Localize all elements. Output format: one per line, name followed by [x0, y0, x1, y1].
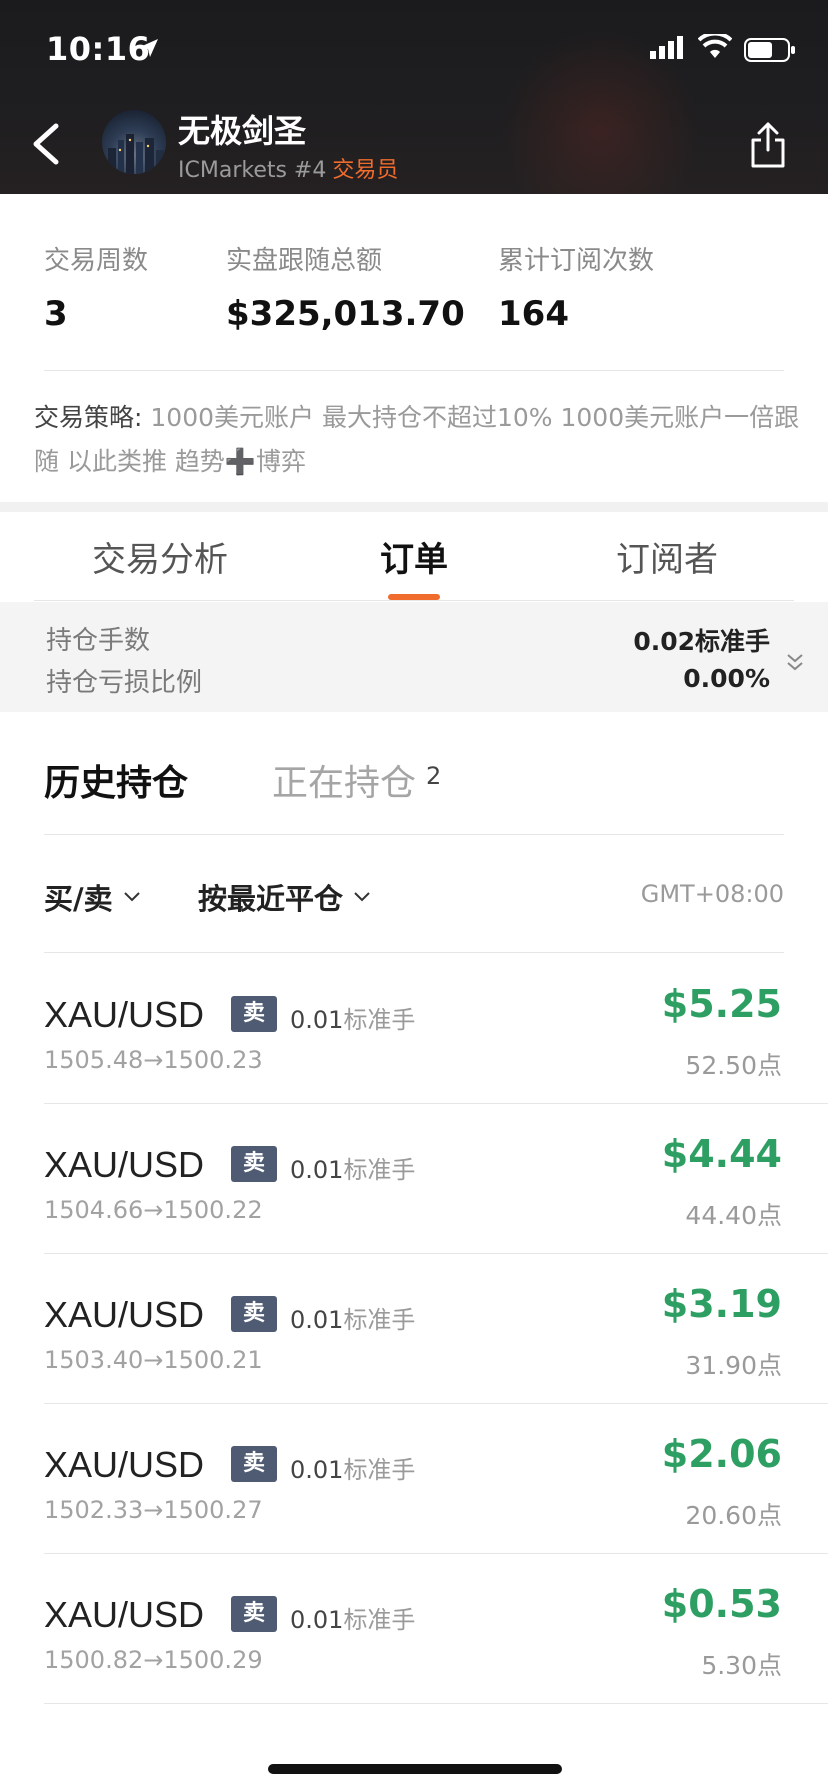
section-gap — [0, 502, 828, 512]
lots-label: 持仓手数 — [46, 626, 151, 656]
order-prices: 1502.33→1500.27 — [44, 1496, 263, 1524]
lot-size: 0.01 — [290, 1306, 344, 1334]
lot-size: 0.01 — [290, 1006, 344, 1034]
order-symbol: XAU/USD — [44, 1294, 205, 1335]
lot-size: 0.01 — [290, 1456, 344, 1484]
stat-follow-amount-label: 实盘跟随总额 — [226, 246, 383, 276]
trader-name: 无极剑圣 — [178, 112, 307, 150]
order-lot: 0.01标准手 — [290, 1000, 415, 1035]
strategy-title: 交易策略: — [34, 403, 143, 432]
order-filters: 买/卖 按最近平仓 GMT+08:00 — [0, 836, 828, 954]
order-profit: $5.25 — [661, 982, 782, 1026]
order-list: XAU/USD 卖 0.01标准手 1505.48→1500.23 $5.25 … — [0, 954, 828, 1704]
side-filter-label: 买/卖 — [44, 882, 113, 916]
stat-weeks-label: 交易周数 — [44, 246, 149, 276]
order-lot: 0.01标准手 — [290, 1600, 415, 1635]
position-subtabs: 历史持仓 正在持仓 2 — [0, 712, 828, 834]
subtabs-divider — [44, 834, 784, 835]
lot-unit: 标准手 — [343, 1156, 416, 1184]
expand-double-chevron-icon[interactable] — [784, 652, 806, 674]
order-lot: 0.01标准手 — [290, 1300, 415, 1335]
sell-badge: 卖 — [231, 996, 277, 1032]
lot-unit: 标准手 — [343, 1006, 416, 1034]
location-arrow-icon — [140, 39, 158, 57]
trading-strategy: 交易策略: 1000美元账户 最大持仓不超过10% 1000美元账户一倍跟随 以… — [34, 396, 804, 484]
order-lot: 0.01标准手 — [290, 1450, 415, 1485]
order-symbol: XAU/USD — [44, 994, 205, 1035]
order-lot: 0.01标准手 — [290, 1150, 415, 1185]
home-indicator[interactable] — [268, 1764, 562, 1774]
order-symbol: XAU/USD — [44, 1594, 205, 1635]
order-row[interactable]: XAU/USD 卖 0.01标准手 1504.66→1500.22 $4.44 … — [0, 1104, 828, 1254]
tabs-divider — [34, 600, 794, 601]
order-row[interactable]: XAU/USD 卖 0.01标准手 1500.82→1500.29 $0.53 … — [0, 1554, 828, 1704]
side-filter-dropdown[interactable]: 买/卖 — [44, 876, 141, 918]
order-profit: $3.19 — [661, 1282, 782, 1326]
position-summary[interactable]: 持仓手数 0.02标准手 持仓亏损比例 0.00% — [0, 602, 828, 712]
cellular-signal-icon — [650, 36, 683, 59]
stat-subscriptions-label: 累计订阅次数 — [498, 246, 655, 276]
sell-badge: 卖 — [231, 1446, 277, 1482]
order-row[interactable]: XAU/USD 卖 0.01标准手 1502.33→1500.27 $2.06 … — [0, 1404, 828, 1554]
stats-divider — [44, 370, 784, 371]
back-chevron-icon[interactable] — [28, 120, 64, 168]
order-profit: $4.44 — [661, 1132, 782, 1176]
lot-unit: 标准手 — [343, 1606, 416, 1634]
stat-subscriptions-value: 164 — [498, 294, 569, 334]
app-header: 10:16 无极剑圣 ICMarkets #4 交易员 — [0, 0, 828, 194]
subtab-open-positions[interactable]: 正在持仓 — [272, 754, 416, 806]
status-time: 10:16 — [46, 30, 151, 68]
row-divider — [44, 1703, 828, 1704]
sort-filter-dropdown[interactable]: 按最近平仓 — [198, 876, 371, 918]
order-profit: $2.06 — [661, 1432, 782, 1476]
order-symbol: XAU/USD — [44, 1444, 205, 1485]
order-prices: 1505.48→1500.23 — [44, 1046, 263, 1074]
filters-divider — [44, 952, 784, 953]
sell-badge: 卖 — [231, 1596, 277, 1632]
sell-badge: 卖 — [231, 1296, 277, 1332]
lot-size: 0.01 — [290, 1156, 344, 1184]
trader-subtitle: ICMarkets #4 交易员 — [178, 152, 398, 184]
order-points: 5.30点 — [701, 1651, 782, 1680]
chevron-down-icon — [123, 892, 140, 902]
order-points: 52.50点 — [685, 1051, 782, 1080]
share-icon[interactable] — [748, 120, 788, 170]
battery-icon — [744, 38, 795, 62]
stat-follow-amount-value: $325,013.70 — [226, 294, 465, 334]
trader-avatar[interactable] — [102, 110, 166, 174]
lots-value: 0.02标准手 — [633, 627, 770, 656]
order-points: 31.90点 — [685, 1351, 782, 1380]
subtab-history-positions[interactable]: 历史持仓 — [44, 754, 188, 806]
open-positions-count: 2 — [426, 762, 442, 790]
order-prices: 1503.40→1500.21 — [44, 1346, 263, 1374]
city-skyline-image — [108, 134, 164, 174]
order-prices: 1504.66→1500.22 — [44, 1196, 263, 1224]
timezone-label: GMT+08:00 — [640, 880, 784, 908]
tab-subscribers[interactable]: 订阅者 — [616, 532, 718, 581]
sell-badge: 卖 — [231, 1146, 277, 1182]
order-row[interactable]: XAU/USD 卖 0.01标准手 1503.40→1500.21 $3.19 … — [0, 1254, 828, 1404]
chevron-down-icon — [354, 892, 370, 902]
lot-size: 0.01 — [290, 1606, 344, 1634]
broker-account: ICMarkets #4 — [178, 158, 327, 183]
strategy-text: 1000美元账户 最大持仓不超过10% 1000美元账户一倍跟随 以此类推 趋势… — [34, 403, 800, 476]
order-profit: $0.53 — [661, 1582, 782, 1626]
tab-orders[interactable]: 订单 — [380, 532, 448, 581]
loss-ratio-label: 持仓亏损比例 — [46, 668, 203, 698]
wifi-icon — [698, 34, 732, 58]
order-row[interactable]: XAU/USD 卖 0.01标准手 1505.48→1500.23 $5.25 … — [0, 954, 828, 1104]
order-prices: 1500.82→1500.29 — [44, 1646, 263, 1674]
main-tabs: 交易分析 订单 订阅者 — [0, 512, 828, 600]
trader-role: 交易员 — [332, 158, 399, 183]
lot-unit: 标准手 — [343, 1306, 416, 1334]
tab-trade-analysis[interactable]: 交易分析 — [92, 532, 228, 581]
sort-filter-label: 按最近平仓 — [198, 882, 344, 916]
order-points: 20.60点 — [685, 1501, 782, 1530]
order-points: 44.40点 — [685, 1201, 782, 1230]
order-symbol: XAU/USD — [44, 1144, 205, 1185]
loss-ratio-value: 0.00% — [683, 664, 770, 693]
stat-weeks-value: 3 — [44, 294, 68, 334]
lot-unit: 标准手 — [343, 1456, 416, 1484]
